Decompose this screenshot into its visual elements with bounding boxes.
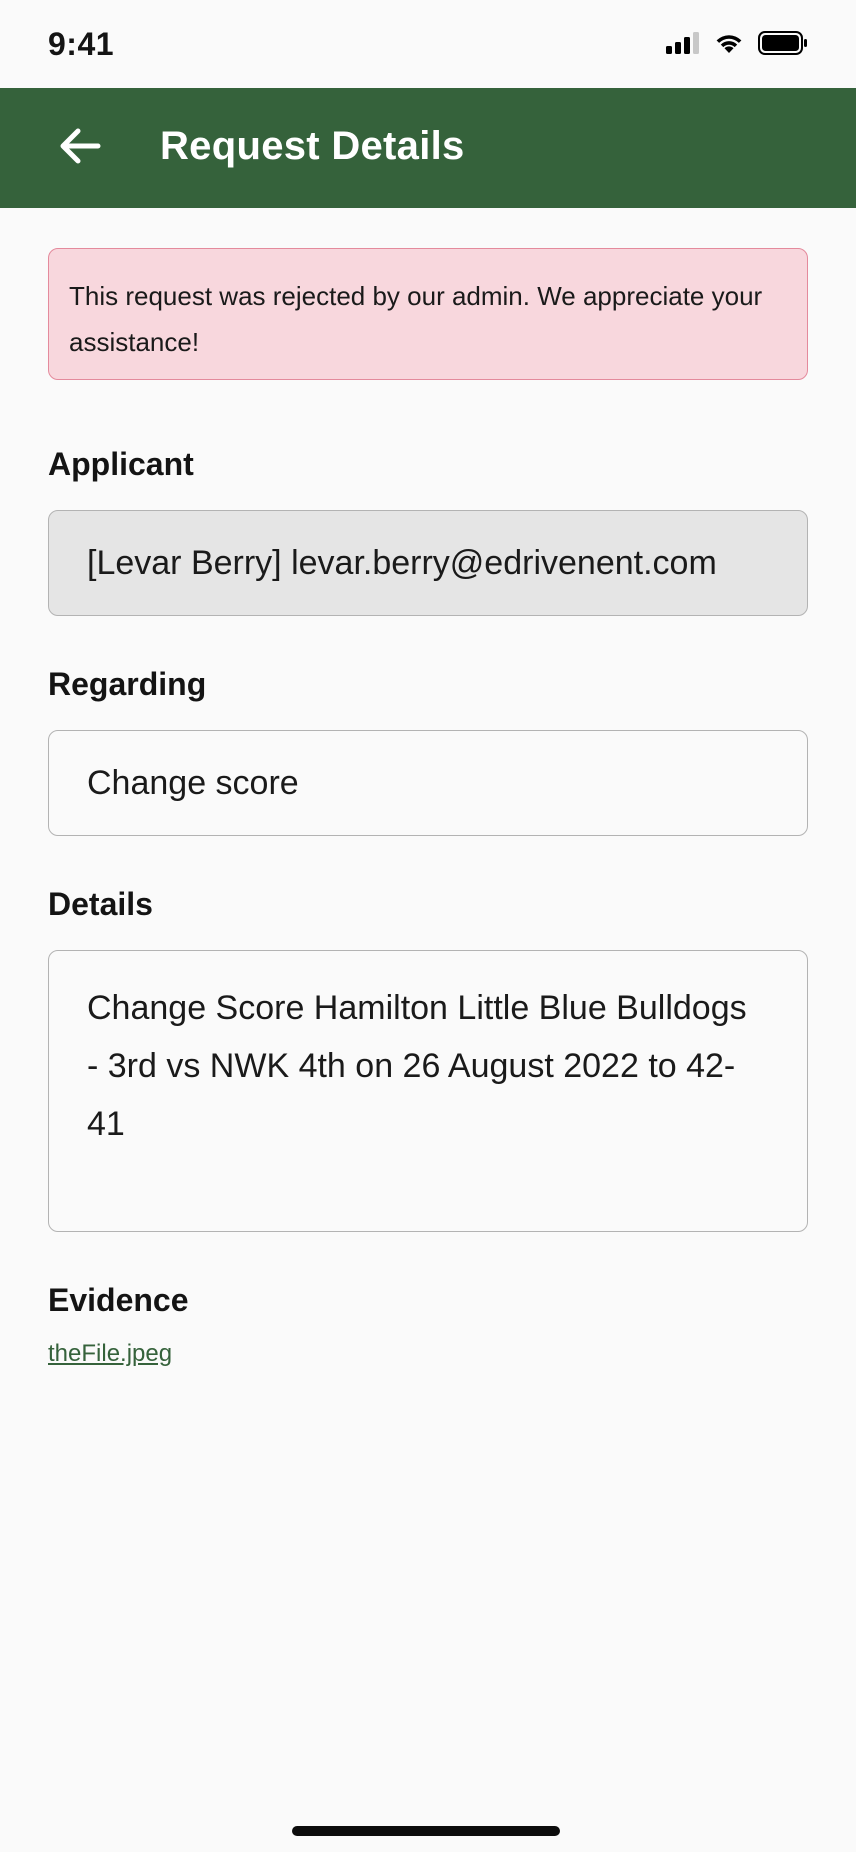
arrow-left-icon [58, 126, 102, 171]
status-icons [666, 30, 808, 60]
evidence-label: Evidence [48, 1282, 189, 1318]
home-indicator[interactable] [292, 1826, 560, 1836]
applicant-label: Applicant [48, 446, 194, 482]
back-button[interactable] [52, 126, 108, 170]
evidence-file-link[interactable]: theFile.jpeg [48, 1340, 172, 1368]
app-bar: Request Details [0, 88, 856, 208]
battery-icon [758, 30, 808, 60]
applicant-value: [Levar Berry] levar.berry@edrivenent.com [87, 543, 717, 582]
status-bar: 9:41 [0, 0, 856, 88]
regarding-field[interactable]: Change score [48, 730, 808, 836]
rejection-alert: This request was rejected by our admin. … [48, 248, 808, 380]
details-field[interactable]: Change Score Hamilton Little Blue Bulldo… [48, 950, 808, 1232]
alert-message: This request was rejected by our admin. … [69, 281, 763, 357]
cellular-signal-icon [666, 31, 700, 59]
regarding-value: Change score [87, 763, 299, 802]
applicant-field: [Levar Berry] levar.berry@edrivenent.com [48, 510, 808, 616]
details-label: Details [48, 886, 153, 922]
status-time: 9:41 [48, 26, 115, 62]
page-title: Request Details [160, 124, 465, 168]
regarding-label: Regarding [48, 666, 207, 702]
wifi-icon [714, 32, 744, 59]
details-value: Change Score Hamilton Little Blue Bulldo… [87, 989, 747, 1143]
